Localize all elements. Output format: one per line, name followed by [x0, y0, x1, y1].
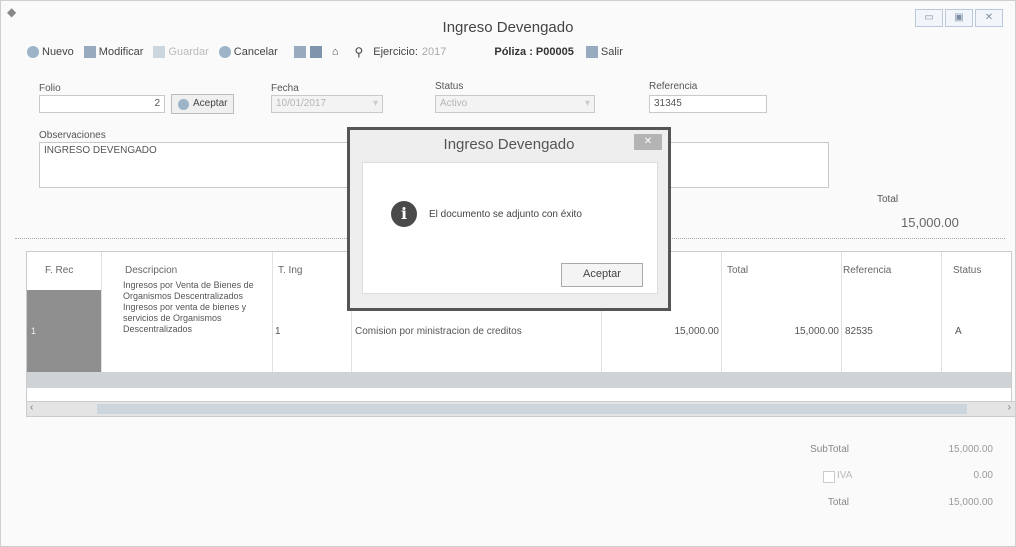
folio-aceptar-button[interactable]: Aceptar — [171, 94, 235, 114]
folio-label: Folio — [39, 83, 61, 94]
nuevo-button[interactable]: Nuevo — [27, 46, 74, 58]
row-importe[interactable]: 15,000.00 — [647, 326, 720, 337]
col-divider — [841, 252, 842, 386]
status-value: Activo — [440, 98, 468, 109]
fecha-value: 10/01/2017 — [276, 98, 327, 109]
toolbar: Nuevo Modificar Guardar Cancelar ⌂ ⚲ Eje… — [27, 43, 623, 61]
row-concepto[interactable]: Comision por ministracion de creditos — [355, 326, 522, 337]
message-dialog: Ingreso Devengado ✕ i El documento se ad… — [347, 127, 671, 311]
observaciones-label: Observaciones — [39, 130, 106, 141]
row-frec: 1 — [31, 326, 37, 336]
nuevo-label: Nuevo — [42, 46, 74, 58]
col-header-status[interactable]: Status — [953, 252, 981, 290]
print-icon — [293, 46, 306, 58]
fecha-label: Fecha — [271, 83, 299, 94]
guardar-label: Guardar — [168, 46, 209, 58]
calendar-dropdown-icon: ▾ — [372, 98, 378, 109]
ejercicio-value: 2017 — [421, 46, 447, 58]
scrollbar-thumb[interactable] — [97, 404, 967, 414]
excel-button[interactable] — [309, 46, 322, 58]
col-header-referencia[interactable]: Referencia — [843, 252, 891, 290]
info-icon: i — [391, 201, 417, 227]
status-dropdown-icon: ▾ — [584, 98, 590, 109]
col-header-ting[interactable]: T. Ing — [278, 252, 302, 290]
main-window: ◆ Ingreso Devengado ▭ ▣ ✕ Nuevo Modifica… — [0, 0, 1016, 547]
ejercicio-label: Ejercicio: — [373, 46, 418, 58]
poliza-label: Póliza : P00005 — [494, 46, 574, 58]
minimize-button[interactable]: ▭ — [915, 9, 943, 27]
row-ting[interactable]: 1 — [275, 326, 281, 337]
save-icon — [153, 46, 166, 58]
attach-button[interactable]: ⚲ — [354, 45, 363, 59]
edit-icon — [83, 46, 96, 58]
guardar-button[interactable]: Guardar — [153, 46, 209, 58]
row-referencia[interactable]: 82535 — [845, 326, 873, 337]
excel-icon — [309, 46, 322, 58]
scroll-right-icon[interactable]: › — [1008, 402, 1011, 413]
window-title: Ingreso Devengado — [442, 19, 574, 36]
horizontal-scrollbar[interactable]: ‹ › — [26, 401, 1015, 417]
new-icon — [27, 46, 39, 58]
iva-checkbox[interactable] — [823, 471, 835, 483]
subtotal-label: SubTotal — [810, 444, 849, 455]
check-icon — [178, 98, 189, 110]
close-button[interactable]: ✕ — [975, 9, 1003, 27]
row-selector[interactable]: 1 — [27, 290, 101, 372]
dialog-body: i El documento se adjunto con éxito Acep… — [362, 162, 658, 294]
print-button[interactable] — [293, 46, 306, 58]
dialog-close-button[interactable]: ✕ — [634, 134, 662, 150]
row-descripcion[interactable]: Ingresos por Venta de Bienes de Organism… — [123, 280, 273, 335]
grand-total-label: Total — [827, 497, 849, 508]
col-divider — [941, 252, 942, 386]
cancelar-button[interactable]: Cancelar — [218, 46, 278, 58]
folio-aceptar-label: Aceptar — [193, 98, 228, 109]
new-row[interactable] — [27, 372, 1011, 388]
grand-total-value: 15,000.00 — [948, 497, 994, 508]
iva-value: 0.00 — [973, 470, 993, 481]
col-header-total[interactable]: Total — [727, 252, 748, 290]
scroll-left-icon[interactable]: ‹ — [30, 402, 33, 413]
salir-label: Salir — [600, 46, 623, 58]
col-divider — [721, 252, 722, 386]
home-button[interactable]: ⌂ — [332, 46, 339, 58]
home-icon: ⌂ — [331, 46, 339, 58]
cancel-icon — [218, 46, 231, 58]
subtotal-value: 15,000.00 — [948, 444, 994, 455]
total-label: Total — [877, 194, 899, 205]
col-header-frec[interactable]: F. Rec — [45, 252, 73, 290]
iva-label: IVA — [837, 470, 853, 481]
modificar-label: Modificar — [98, 46, 144, 58]
status-select[interactable]: Activo ▾ — [435, 95, 595, 113]
cancelar-label: Cancelar — [233, 46, 278, 58]
status-label: Status — [435, 81, 464, 92]
dialog-message: El documento se adjunto con éxito — [429, 209, 582, 220]
folio-input[interactable]: 2 — [39, 95, 165, 113]
dialog-title: Ingreso Devengado — [443, 136, 575, 153]
modificar-button[interactable]: Modificar — [83, 46, 144, 58]
referencia-label: Referencia — [649, 81, 698, 92]
col-divider — [101, 252, 102, 386]
row-status[interactable]: A — [955, 326, 962, 337]
referencia-input[interactable]: 31345 — [649, 95, 767, 113]
total-value: 15,000.00 — [901, 215, 959, 230]
exit-icon — [585, 46, 598, 58]
row-total[interactable]: 15,000.00 — [767, 326, 840, 337]
app-icon: ◆ — [7, 5, 17, 19]
dialog-ok-button[interactable]: Aceptar — [561, 263, 643, 287]
maximize-button[interactable]: ▣ — [945, 9, 973, 27]
fecha-input[interactable]: 10/01/2017 ▾ — [271, 95, 383, 113]
salir-button[interactable]: Salir — [585, 46, 623, 58]
paperclip-icon: ⚲ — [354, 45, 364, 59]
